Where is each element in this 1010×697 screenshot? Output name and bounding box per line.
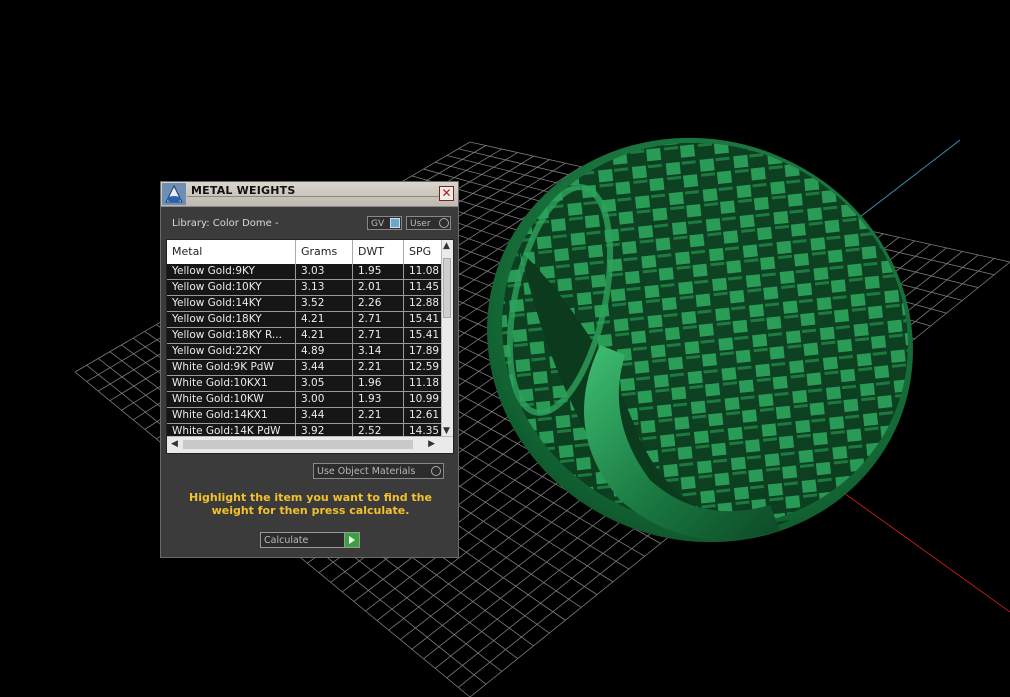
toggle-off-icon (431, 466, 441, 476)
calculate-button[interactable]: Calculate (260, 532, 360, 548)
table-row[interactable]: White Gold:10KW 3.00 1.93 10.99 (167, 392, 443, 408)
use-object-materials-label: Use Object Materials (317, 466, 416, 477)
calculate-label: Calculate (264, 535, 309, 546)
play-icon (344, 533, 359, 547)
table-row[interactable]: Yellow Gold:14KY 3.52 2.26 12.88 (167, 296, 443, 312)
panel-titlebar[interactable]: METAL WEIGHTS ✕ (161, 182, 458, 207)
cell-metal: Yellow Gold:14KY (167, 296, 296, 311)
cell-grams: 3.44 (296, 360, 353, 375)
cell-grams: 3.03 (296, 264, 353, 279)
table-header: Metal Grams DWT SPG (167, 240, 443, 265)
horizontal-scrollbar[interactable]: ◀ ▶ (167, 436, 453, 453)
gv-toggle-label: GV (371, 219, 385, 229)
cell-dwt: 2.21 (353, 408, 404, 423)
cell-grams: 4.21 (296, 312, 353, 327)
close-button[interactable]: ✕ (439, 186, 454, 201)
cell-metal: White Gold:9K PdW (167, 360, 296, 375)
cell-grams: 3.05 (296, 376, 353, 391)
cell-spg: 11.18 (404, 376, 443, 391)
cell-spg: 12.61 (404, 408, 443, 423)
library-label: Library: Color Dome - (172, 218, 279, 229)
cell-spg: 15.41 (404, 312, 443, 327)
cell-dwt: 1.95 (353, 264, 404, 279)
scroll-right-icon[interactable]: ▶ (428, 439, 435, 449)
cell-grams: 3.13 (296, 280, 353, 295)
use-object-materials-toggle[interactable]: Use Object Materials (313, 463, 444, 479)
cell-grams: 4.21 (296, 328, 353, 343)
table-row[interactable]: Yellow Gold:22KY 4.89 3.14 17.89 (167, 344, 443, 360)
gv-toggle[interactable]: GV (367, 216, 402, 230)
metal-table[interactable]: Metal Grams DWT SPG Yellow Gold:9KY 3.03 1… (166, 239, 454, 454)
vertical-scroll-thumb[interactable] (443, 258, 451, 318)
vertical-scrollbar[interactable]: ▲ ▼ (441, 240, 453, 437)
cell-spg: 12.88 (404, 296, 443, 311)
cell-metal: White Gold:14KX1 (167, 408, 296, 423)
table-body: Yellow Gold:9KY 3.03 1.95 11.08 Yellow Gold… (167, 264, 443, 440)
column-header-dwt[interactable]: DWT (353, 240, 404, 264)
ring-model[interactable] (426, 74, 975, 606)
cell-dwt: 2.01 (353, 280, 404, 295)
cell-metal: Yellow Gold:9KY (167, 264, 296, 279)
instruction-text: Highlight the item you want to find the … (189, 491, 432, 517)
table-row[interactable]: Yellow Gold:9KY 3.03 1.95 11.08 (167, 264, 443, 280)
user-toggle-label: User (410, 219, 431, 229)
cell-dwt: 2.71 (353, 312, 404, 327)
scroll-up-icon[interactable]: ▲ (443, 241, 450, 251)
scroll-down-icon[interactable]: ▼ (443, 426, 450, 436)
table-row[interactable]: Yellow Gold:18KY R... 4.21 2.71 15.41 (167, 328, 443, 344)
table-row[interactable]: White Gold:14KX1 3.44 2.21 12.61 (167, 408, 443, 424)
cell-dwt: 1.96 (353, 376, 404, 391)
cell-metal: White Gold:10KW (167, 392, 296, 407)
user-toggle[interactable]: User (406, 216, 451, 230)
cell-grams: 3.44 (296, 408, 353, 423)
cell-dwt: 2.21 (353, 360, 404, 375)
cell-metal: Yellow Gold:18KY R... (167, 328, 296, 343)
cell-dwt: 1.93 (353, 392, 404, 407)
cell-metal: Yellow Gold:22KY (167, 344, 296, 359)
cell-spg: 15.41 (404, 328, 443, 343)
cell-dwt: 2.71 (353, 328, 404, 343)
cell-spg: 11.45 (404, 280, 443, 295)
column-header-metal[interactable]: Metal (167, 240, 296, 264)
cell-dwt: 2.26 (353, 296, 404, 311)
column-header-grams[interactable]: Grams (296, 240, 353, 264)
column-header-spg[interactable]: SPG (404, 240, 443, 264)
cell-metal: Yellow Gold:10KY (167, 280, 296, 295)
app-logo-icon (162, 183, 186, 205)
toggle-off-icon (439, 218, 449, 228)
viewport-scene (74, 74, 1010, 697)
table-row[interactable]: White Gold:9K PdW 3.44 2.21 12.59 (167, 360, 443, 376)
horizontal-scroll-thumb[interactable] (183, 440, 413, 449)
cell-grams: 3.00 (296, 392, 353, 407)
scroll-left-icon[interactable]: ◀ (171, 439, 178, 449)
cell-spg: 12.59 (404, 360, 443, 375)
cell-spg: 10.99 (404, 392, 443, 407)
cell-spg: 11.08 (404, 264, 443, 279)
cell-grams: 4.89 (296, 344, 353, 359)
cell-grams: 3.52 (296, 296, 353, 311)
cell-dwt: 3.14 (353, 344, 404, 359)
metal-weights-panel: METAL WEIGHTS ✕ Library: Color Dome - GV… (160, 181, 459, 558)
table-row[interactable]: Yellow Gold:18KY 4.21 2.71 15.41 (167, 312, 443, 328)
table-row[interactable]: Yellow Gold:10KY 3.13 2.01 11.45 (167, 280, 443, 296)
table-row[interactable]: White Gold:10KX1 3.05 1.96 11.18 (167, 376, 443, 392)
cell-metal: Yellow Gold:18KY (167, 312, 296, 327)
cell-metal: White Gold:10KX1 (167, 376, 296, 391)
cell-spg: 17.89 (404, 344, 443, 359)
toggle-on-icon (390, 218, 400, 228)
panel-title: METAL WEIGHTS (191, 184, 296, 197)
3d-viewport[interactable] (0, 0, 1010, 697)
